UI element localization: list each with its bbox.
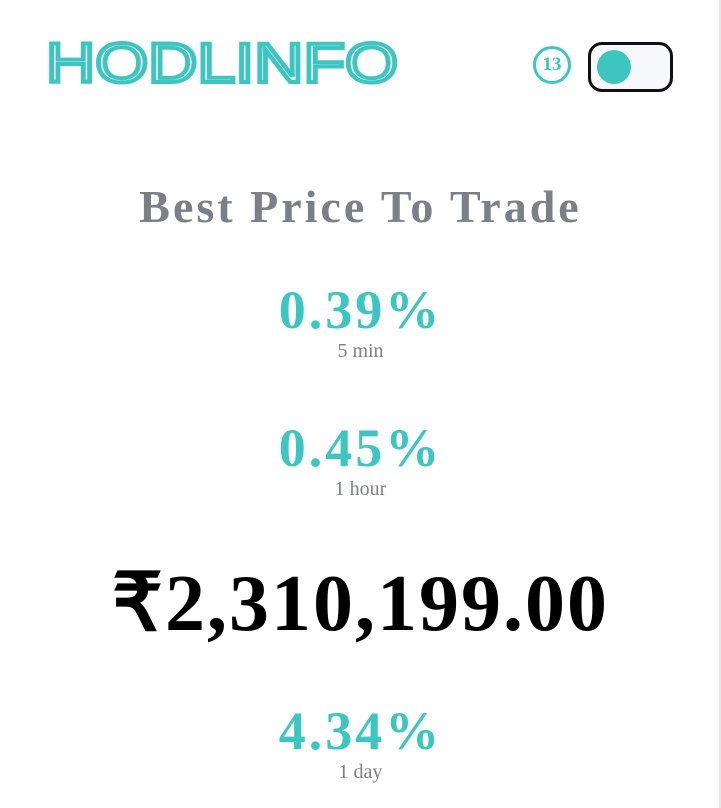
stat-1hour: 0.45% 1 hour [0,418,721,500]
header: HODLINFO 13 [0,0,721,120]
page-title: Best Price To Trade [139,181,582,232]
theme-toggle[interactable] [588,42,673,92]
logo-text: HODLINFO [46,34,398,90]
hodlinfo-logo[interactable]: HODLINFO [44,34,404,90]
refresh-timer: 13 [533,46,571,84]
stat-value: 0.39% [278,280,443,340]
stat-value: 0.45% [278,418,443,478]
toggle-knob-icon [597,50,631,84]
stat-label: 1 day [338,761,383,783]
stat-1day: 4.34% 1 day [0,701,721,783]
stat-value: 4.34% [278,701,443,761]
best-price: ₹2,310,199.00 [112,560,609,648]
stat-label: 1 hour [334,478,387,500]
stat-label: 5 min [337,340,384,362]
stat-5min: 0.39% 5 min [0,280,721,362]
